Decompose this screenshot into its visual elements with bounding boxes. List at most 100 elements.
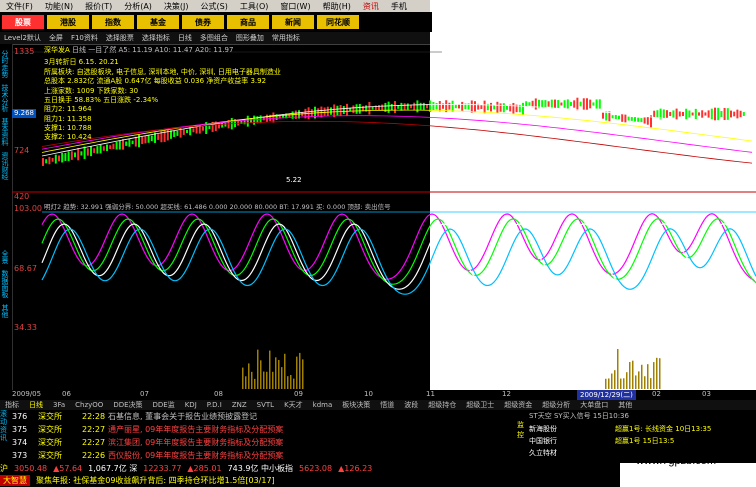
sidebar-tab[interactable]: 其他 bbox=[1, 304, 9, 318]
indicator-tab[interactable]: 日线 bbox=[24, 400, 48, 410]
market-button[interactable]: 同花顺 bbox=[317, 15, 359, 29]
indicator-tab[interactable]: DDE决策 bbox=[108, 400, 147, 410]
candle bbox=[93, 148, 96, 153]
menu-item[interactable]: 帮助(H) bbox=[317, 1, 357, 12]
news-side-label: 滚动资讯 bbox=[0, 410, 10, 463]
menu-item[interactable]: 窗口(W) bbox=[274, 1, 316, 12]
candle bbox=[422, 102, 425, 110]
indicator-tab[interactable]: kdma bbox=[308, 401, 338, 409]
indicator-tab[interactable]: 板块决策 bbox=[337, 400, 375, 410]
menu-item[interactable]: 文件(F) bbox=[0, 1, 39, 12]
candle bbox=[710, 108, 713, 120]
menu-item[interactable]: 工具(O) bbox=[234, 1, 275, 12]
indicator-tab[interactable]: 大单盘口 bbox=[575, 400, 613, 410]
volume-bar bbox=[647, 364, 649, 389]
toolbar-item[interactable]: 全屏 bbox=[45, 33, 67, 43]
sidebar-tab[interactable]: 资讯财经 bbox=[1, 152, 9, 180]
market-button[interactable]: 港股 bbox=[47, 15, 89, 29]
brand-logo[interactable]: 大智慧 bbox=[0, 475, 30, 486]
date-label: 03 bbox=[702, 390, 711, 398]
turn-date: 3月转折日 6.15. 20.21 bbox=[44, 58, 119, 66]
market-button[interactable]: 商品 bbox=[227, 15, 269, 29]
indicator-tab[interactable]: DDE监 bbox=[148, 400, 180, 410]
candle bbox=[355, 104, 358, 114]
candle bbox=[627, 116, 630, 121]
market-button[interactable]: 指数 bbox=[92, 15, 134, 29]
toolbar-item[interactable]: 图形叠加 bbox=[232, 33, 268, 43]
candle bbox=[595, 99, 598, 109]
volume-bar bbox=[245, 376, 247, 389]
news-row[interactable]: 374 深交所 22:27 滨江集团, 09年年度报告主要财务指标及分配预案 bbox=[0, 436, 515, 449]
market-button[interactable]: 股票 bbox=[2, 15, 44, 29]
candle bbox=[454, 104, 457, 109]
news-title[interactable]: 西仪股份, 09年年度报告主要财务指标及分配预案 bbox=[108, 450, 283, 461]
indicator-tab[interactable]: 指标 bbox=[0, 400, 24, 410]
candle bbox=[640, 118, 643, 123]
indicator-tab[interactable]: SVTL bbox=[252, 401, 279, 409]
news-title[interactable]: 通产丽星, 09年年度报告主要财务指标及分配预案 bbox=[108, 424, 283, 435]
toolbar-item[interactable]: 多图组合 bbox=[196, 33, 232, 43]
menu-item[interactable]: 公式(S) bbox=[195, 1, 234, 12]
candle bbox=[621, 113, 624, 122]
ticker-text[interactable]: 聚焦年报: 社保基金09收益飙升背后: 四季持仓环比增1.5倍[03/17] bbox=[30, 475, 275, 486]
indicator-tab[interactable]: 其他 bbox=[613, 400, 637, 410]
market-button[interactable]: 新闻 bbox=[272, 15, 314, 29]
ma-line bbox=[41, 104, 753, 157]
toolbar-item[interactable]: 选择股票 bbox=[102, 33, 138, 43]
toolbar-item[interactable]: 选择指标 bbox=[138, 33, 174, 43]
indicator-tab[interactable]: 超级分析 bbox=[537, 400, 575, 410]
toolbar-item[interactable]: 常用指标 bbox=[268, 33, 304, 43]
toolbar-item[interactable]: F10资料 bbox=[67, 33, 102, 43]
candle bbox=[150, 135, 153, 142]
index-quotes-bar: 沪 3050.48 ▲57.64 1,067.7亿 深 12233.77 ▲285.01 7… bbox=[0, 463, 620, 474]
volume-bar bbox=[614, 370, 616, 389]
candle bbox=[730, 110, 732, 118]
news-title[interactable]: 石基信息, 董事会关于报告业绩预披露登记 bbox=[108, 411, 257, 422]
news-row[interactable]: 373 深交所 22:26 西仪股份, 09年年度报告主要财务指标及分配预案 bbox=[0, 449, 515, 462]
market-button[interactable]: 债券 bbox=[182, 15, 224, 29]
indicator-tab[interactable]: 悟道 bbox=[375, 400, 399, 410]
candle bbox=[118, 140, 121, 150]
news-row[interactable]: 375 深交所 22:27 通产丽星, 09年年度报告主要财务指标及分配预案 bbox=[0, 423, 515, 436]
indicator-tab[interactable]: K天才 bbox=[279, 400, 308, 410]
sidebar-tab[interactable]: 全景 bbox=[1, 250, 9, 264]
indicator-tab[interactable]: 波段 bbox=[399, 400, 423, 410]
indicator-tab[interactable]: 超级卫士 bbox=[461, 400, 499, 410]
indicator-tab[interactable]: 超级资金 bbox=[499, 400, 537, 410]
indicator-tab[interactable]: 3Fa bbox=[48, 401, 70, 409]
news-row[interactable]: 376 深交所 22:28 石基信息, 董事会关于报告业绩预披露登记 bbox=[0, 410, 515, 423]
quote-value: 5623.08 bbox=[299, 464, 333, 473]
menu-item[interactable]: 手机 bbox=[385, 1, 413, 12]
indicator-tab[interactable]: ZNZ bbox=[227, 401, 252, 409]
menu-item[interactable]: 决策(J) bbox=[158, 1, 195, 12]
candle bbox=[602, 112, 604, 119]
news-title[interactable]: 滨江集团, 09年年度报告主要财务指标及分配预案 bbox=[108, 437, 283, 448]
candle bbox=[390, 103, 393, 111]
indicator-tab[interactable]: 超级持仓 bbox=[423, 400, 461, 410]
monitor-item-2[interactable]: 中国银行 bbox=[529, 436, 557, 446]
indicator-tab[interactable]: ChzyOO bbox=[70, 401, 108, 409]
menu-item[interactable]: 报价(T) bbox=[79, 1, 118, 12]
candle bbox=[707, 110, 710, 118]
quote-value: 743.9亿 中小板指 bbox=[227, 464, 294, 473]
candle bbox=[474, 101, 476, 113]
monitor-item-3[interactable]: 久立特材 bbox=[529, 448, 557, 458]
candle bbox=[582, 98, 585, 110]
candle bbox=[666, 110, 668, 118]
toolbar-item[interactable]: Level2默认 bbox=[0, 33, 45, 43]
market-button[interactable]: 基金 bbox=[137, 15, 179, 29]
volume-bar bbox=[617, 349, 619, 389]
sidebar-tab[interactable]: 技术分析 bbox=[1, 84, 9, 112]
candle bbox=[74, 152, 76, 158]
toolbar-item[interactable]: 日线 bbox=[174, 33, 196, 43]
indicator-tab[interactable]: P.D.I bbox=[202, 401, 227, 409]
candle bbox=[573, 100, 576, 108]
menu-item[interactable]: 分析(A) bbox=[118, 1, 158, 12]
monitor-item-1[interactable]: 新海股份 bbox=[529, 424, 557, 434]
sidebar-tab[interactable]: 基本资料 bbox=[1, 118, 9, 146]
sidebar-tab[interactable]: 数据面板 bbox=[1, 270, 9, 298]
menu-item[interactable]: 功能(N) bbox=[39, 1, 79, 12]
menu-item[interactable]: 资讯 bbox=[357, 1, 385, 12]
sidebar-tab[interactable]: 分时走势 bbox=[1, 50, 9, 78]
indicator-tab[interactable]: KDJ bbox=[180, 401, 202, 409]
